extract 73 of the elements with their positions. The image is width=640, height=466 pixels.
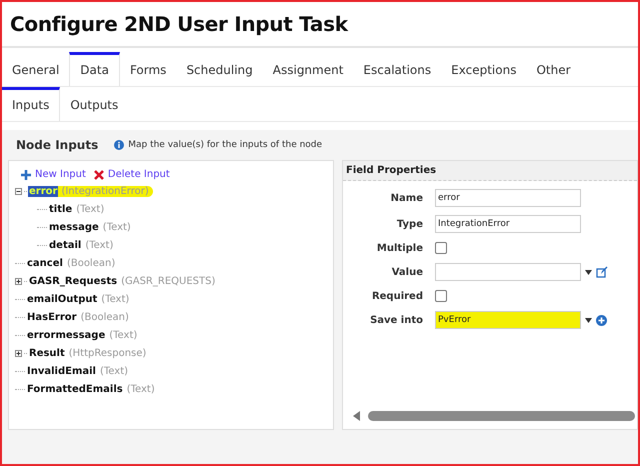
node-name[interactable]: errormessage [26, 330, 106, 340]
node-type: (Text) [126, 384, 155, 394]
tree-line [15, 298, 25, 300]
expand-icon[interactable] [15, 278, 22, 284]
node-type: (IntegrationError) [61, 186, 149, 196]
node-type: (Text) [85, 240, 114, 250]
node-type: (Text) [102, 222, 131, 232]
scroll-left-icon[interactable] [353, 411, 360, 421]
new-input-button[interactable]: New Input [21, 169, 86, 180]
caret-icon[interactable] [585, 318, 592, 322]
node-name[interactable]: title [48, 204, 74, 214]
node-type: (GASR_REQUESTS) [121, 276, 216, 286]
section-title: Node Inputs [16, 138, 98, 152]
node-name[interactable]: emailOutput [26, 294, 98, 304]
field-label: Value [390, 266, 423, 278]
delete-icon [94, 170, 104, 180]
checkbox[interactable] [435, 242, 447, 254]
tab[interactable]: Forms [120, 52, 176, 86]
node-name[interactable]: error [28, 186, 58, 196]
tab[interactable]: Exceptions [441, 52, 526, 86]
delete-input-button[interactable]: Delete Input [94, 169, 170, 180]
tab[interactable]: General [2, 52, 70, 86]
node-type: (HttpResponse) [68, 348, 146, 358]
tree-line [15, 316, 25, 318]
tree-line [15, 262, 25, 264]
node-type: (Text) [101, 294, 130, 304]
node-name[interactable]: Result [28, 348, 66, 358]
plus-icon [21, 170, 31, 180]
tree-line [37, 208, 47, 210]
add-icon[interactable] [596, 314, 607, 326]
node-type: (Text) [76, 204, 104, 214]
tab[interactable]: Assignment [262, 52, 354, 86]
scrollbar-thumb[interactable] [368, 411, 635, 421]
tab[interactable]: Inputs [2, 87, 60, 121]
tab[interactable]: Escalations [353, 52, 442, 86]
window-title: Configure 2ND User Input Task [2, 2, 638, 48]
tab[interactable]: Outputs [60, 87, 128, 121]
input-field[interactable]: PvError [435, 311, 581, 329]
info-icon [114, 140, 124, 150]
field-label: Save into [369, 314, 423, 326]
tree-line [37, 226, 47, 228]
expand-icon[interactable] [15, 350, 22, 356]
panel-title: Field Properties [343, 161, 637, 181]
edit-icon[interactable] [596, 266, 608, 278]
node-name[interactable]: detail [48, 240, 82, 250]
node-name[interactable]: HasError [26, 312, 78, 322]
tab[interactable]: Data [69, 52, 120, 86]
input-field[interactable] [435, 263, 581, 281]
node-name[interactable]: FormattedEmails [26, 384, 124, 394]
caret-icon[interactable] [585, 270, 592, 274]
node-type: (Boolean) [66, 258, 116, 268]
tab[interactable]: Scheduling [176, 52, 263, 86]
node-type: (Text) [109, 330, 138, 340]
checkbox[interactable] [435, 290, 447, 302]
tree-line [15, 388, 25, 390]
collapse-icon[interactable] [15, 188, 22, 194]
node-type: (Boolean) [80, 312, 129, 322]
field-label: Multiple [376, 242, 423, 254]
node-name[interactable]: cancel [26, 258, 64, 268]
info-text: Map the value(s) for the inputs of the node [128, 140, 322, 150]
field-label: Type [396, 218, 423, 230]
input-field[interactable]: error [435, 189, 581, 207]
tab[interactable]: Other [526, 52, 581, 86]
node-name[interactable]: message [48, 222, 100, 232]
node-name[interactable]: GASR_Requests [28, 276, 118, 286]
tree-line [37, 244, 47, 246]
node-name[interactable]: InvalidEmail [26, 366, 97, 376]
field-label: Required [370, 290, 423, 302]
field-label: Name [390, 192, 423, 204]
tree-line [15, 334, 25, 336]
tree-line [15, 370, 25, 372]
node-type: (Text) [100, 366, 128, 376]
input-field[interactable]: IntegrationError [435, 215, 581, 233]
